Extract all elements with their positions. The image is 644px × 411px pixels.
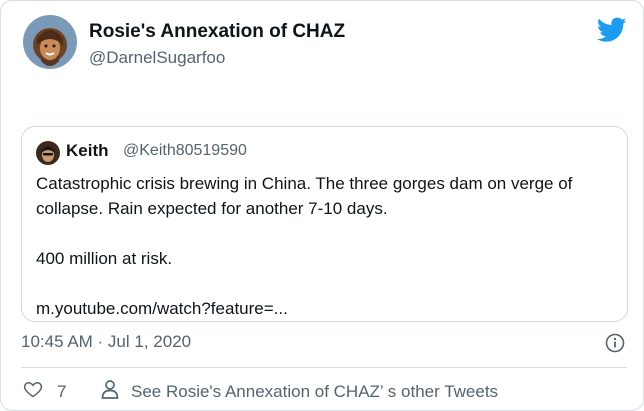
quoted-tweet-text: Catastrophic crisis brewing in China. Th… bbox=[36, 171, 616, 321]
like-button[interactable]: 7 bbox=[23, 379, 66, 404]
author-handle[interactable]: @DarnelSugarfoo bbox=[89, 48, 225, 68]
like-count: 7 bbox=[57, 381, 67, 401]
quoted-author-name[interactable]: Keith bbox=[66, 141, 109, 161]
heart-icon bbox=[23, 379, 43, 404]
quoted-tweet-paragraph: 400 million at risk. bbox=[36, 249, 173, 268]
quoted-author-handle[interactable]: @Keith80519590 bbox=[123, 142, 247, 160]
tweet-card: Rosie's Annexation of CHAZ @DarnelSugarf… bbox=[0, 0, 644, 411]
quoted-tweet-paragraph: Catastrophic crisis brewing in China. Th… bbox=[36, 174, 573, 218]
quoted-tweet-link[interactable]: m.youtube.com/watch?feature=... bbox=[36, 296, 616, 321]
divider bbox=[21, 367, 627, 368]
twitter-bird-icon[interactable] bbox=[596, 17, 627, 43]
see-other-tweets-link[interactable]: See Rosie's Annexation of CHAZ’ s other … bbox=[101, 379, 498, 404]
quoted-tweet[interactable]: Keith @Keith80519590 Catastrophic crisis… bbox=[21, 126, 628, 322]
author-avatar[interactable] bbox=[23, 15, 77, 69]
author-display-name[interactable]: Rosie's Annexation of CHAZ bbox=[89, 21, 345, 43]
see-other-tweets-label: See Rosie's Annexation of CHAZ’ s other … bbox=[131, 381, 499, 401]
info-icon[interactable] bbox=[605, 333, 625, 353]
tweet-timestamp[interactable]: 10:45 AM · Jul 1, 2020 bbox=[21, 332, 191, 352]
person-icon bbox=[101, 379, 119, 404]
quoted-author-avatar[interactable] bbox=[36, 141, 60, 165]
